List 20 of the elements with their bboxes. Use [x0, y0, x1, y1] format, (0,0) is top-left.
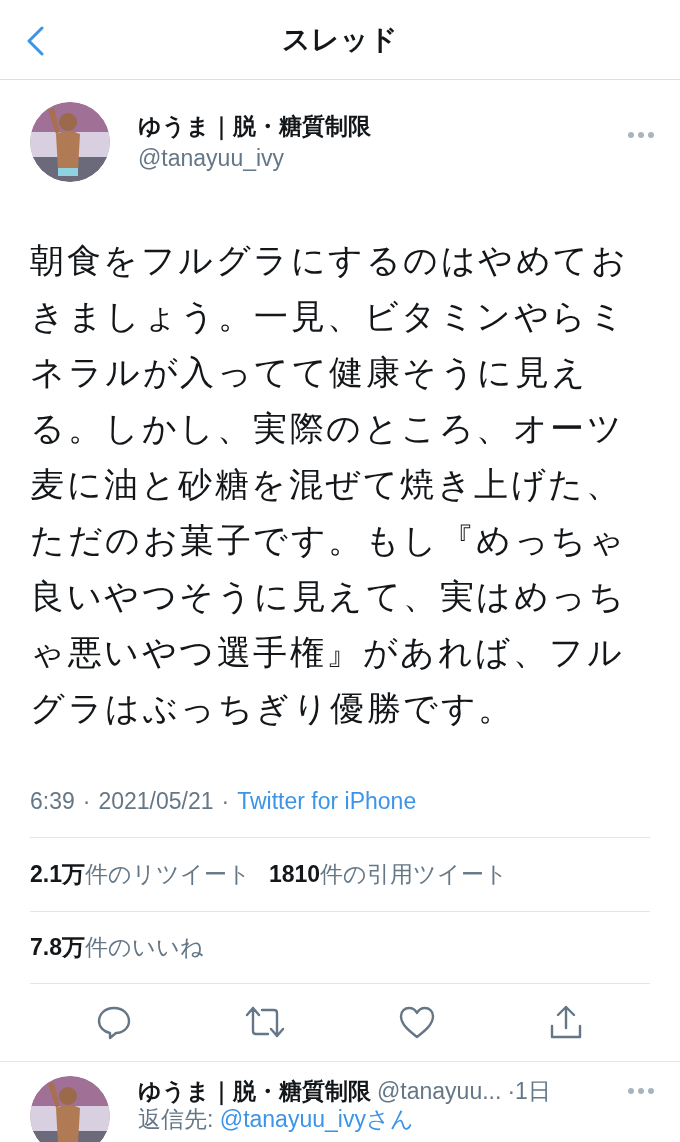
- tweet-time: 6:39: [30, 787, 75, 816]
- author-handle[interactable]: @tanayuu_ivy: [138, 142, 600, 174]
- reply-to-label: 返信先:: [138, 1105, 215, 1132]
- reply-icon[interactable]: [96, 1004, 132, 1040]
- reply-time: ·1日: [507, 1076, 551, 1106]
- author-handle[interactable]: @tanayuu...: [377, 1075, 502, 1106]
- share-icon[interactable]: [548, 1004, 584, 1040]
- stat-link[interactable]: 1810件の引用ツイート: [269, 856, 509, 892]
- heart-icon[interactable]: [398, 1005, 436, 1039]
- separator-dot: ·: [221, 787, 230, 816]
- tweet-text: 朝食をフルグラにするのはやめておきましょう。一見、ビタミンやらミネラルが入ってて健康そうに見える。しかし、実際のところ、オーツ麦に油と砂糖を混ぜて焼き上げた、ただのお菓子です。もし『めっちゃ良いやつそうに見えて、実はめっちゃ悪いやつ選手権』があれば、フルグラはぶっちぎり優勝です。: [30, 240, 629, 729]
- separator-dot: ·: [82, 787, 91, 816]
- tweet-date: 2021/05/21: [98, 787, 214, 816]
- stat-link[interactable]: 7.8万件のいいね: [30, 929, 204, 965]
- author-name[interactable]: ゆうま｜脱・糖質制限: [138, 110, 600, 142]
- retweet-icon[interactable]: [244, 1005, 286, 1039]
- back-icon[interactable]: [26, 26, 44, 56]
- stat-link[interactable]: 2.1万件のリツイート: [30, 856, 251, 892]
- header-title: スレッド: [282, 22, 398, 57]
- author-name[interactable]: ゆうま｜脱・糖質制限: [138, 1075, 371, 1106]
